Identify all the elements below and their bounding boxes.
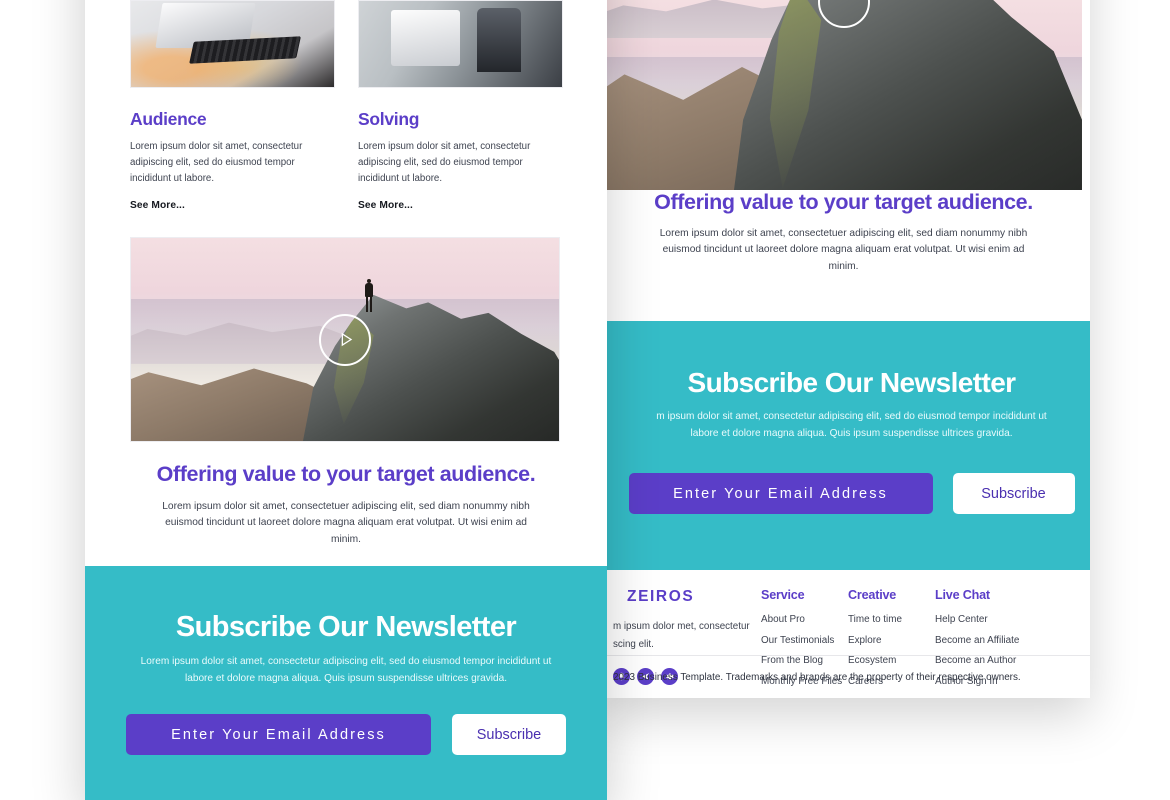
right-newsletter-heading: Subscribe Our Newsletter [687,367,1017,398]
footer-column-title: Service [761,588,805,602]
left-email-input[interactable] [126,714,431,755]
audience-see-more-link[interactable]: See More... [130,200,185,211]
right-email-input[interactable] [628,473,933,514]
right-subscribe-button[interactable]: Subscribe [952,473,1075,514]
left-offer-body: Lorem ipsum dolor sit amet, consectetuer… [162,500,530,545]
left-newsletter-section: Subscribe Our Newsletter Lorem ipsum dol… [85,566,607,800]
left-newsletter-heading: Subscribe Our Newsletter [175,611,517,643]
right-offer-heading: Offering value to your target audience. [654,190,1033,214]
left-newsletter-form: Subscribe [85,714,607,755]
audience-card-image [130,0,335,88]
right-page-panel: Offering value to your target audience. … [597,0,1090,698]
footer-blurb: m ipsum dolor met, consectetur scing eli… [613,621,750,650]
feature-card-audience: Audience Lorem ipsum dolor sit amet, con… [130,0,335,213]
video-thumbnail[interactable] [130,237,560,442]
silhouette-legs [365,295,372,312]
person-silhouette [364,278,373,312]
footer-link[interactable]: Become an Affiliate [935,635,1031,646]
footer-column-title: Live Chat [935,588,990,602]
footer-link[interactable]: Time to time [848,614,935,625]
left-offer-heading: Offering value to your target audience. [156,462,536,486]
solving-card-body: Lorem ipsum dolor sit amet, consectetur … [358,141,531,184]
audience-card-body: Lorem ipsum dolor sit amet, consectetur … [130,141,303,184]
right-footer: ZEIROS m ipsum dolor met, consectetur sc… [605,570,1090,698]
left-page-panel: Audience Lorem ipsum dolor sit amet, con… [85,0,607,800]
feature-card-solving: Solving Lorem ipsum dolor sit amet, cons… [358,0,563,213]
right-offer-section: Offering value to your target audience. … [597,190,1090,275]
right-newsletter-form: Subscribe [605,473,1090,514]
solving-card-title: Solving [358,109,420,129]
footer-link[interactable]: Our Testimonials [761,635,848,646]
audience-card-title: Audience [130,109,207,129]
footer-copyright-bar: 2023 Business Template. Trademarks and b… [605,655,1090,698]
right-offer-body: Lorem ipsum dolor sit amet, consectetuer… [659,227,1028,272]
left-subscribe-button[interactable]: Subscribe [452,714,566,755]
footer-column-title: Creative [848,588,897,602]
desk-analytics-photo [131,1,334,87]
footer-link[interactable]: Help Center [935,614,1031,625]
footer-logo: ZEIROS [627,588,695,605]
solving-see-more-link[interactable]: See More... [358,200,413,211]
left-offer-section: Offering value to your target audience. … [85,462,607,548]
left-newsletter-body: Lorem ipsum dolor sit amet, consectetur … [140,656,552,684]
photo-peak [729,0,1082,190]
play-icon[interactable] [319,313,371,366]
right-newsletter-body: m ipsum dolor sit amet, consectetur adip… [656,411,1047,439]
mountain-photo [605,0,1082,190]
solving-card-image [358,0,563,88]
copyright-text: 2023 Business Template. Trademarks and b… [613,671,1021,683]
screenshot-stage: Offering value to your target audience. … [0,0,1170,800]
feature-cards: Audience Lorem ipsum dolor sit amet, con… [130,0,563,213]
right-newsletter-section: Subscribe Our Newsletter m ipsum dolor s… [605,321,1090,570]
footer-link[interactable]: Explore [848,635,935,646]
footer-link[interactable]: About Pro [761,614,848,625]
silhouette-body [364,282,373,297]
office-team-photo [359,1,562,87]
right-hero-image [605,0,1082,190]
